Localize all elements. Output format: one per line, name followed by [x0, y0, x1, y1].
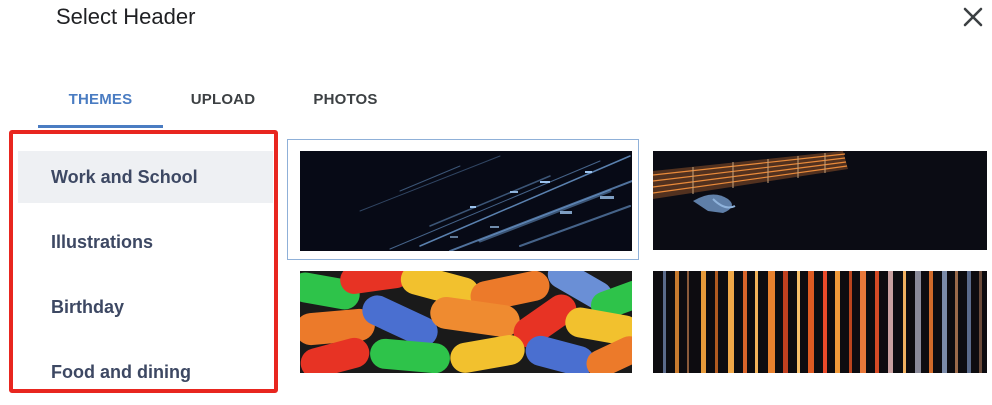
header-thumbnail-stripes[interactable] [653, 271, 987, 373]
dialog-title: Select Header [56, 4, 196, 29]
tab-photos[interactable]: PHOTOS [303, 88, 388, 128]
close-button[interactable] [958, 2, 988, 32]
header-thumbnail-pills[interactable] [300, 271, 632, 373]
theme-category-list: Work and School Illustrations Birthday F… [9, 130, 278, 393]
header-thumbnail-light-streaks[interactable] [300, 151, 632, 251]
category-illustrations[interactable]: Illustrations [18, 216, 273, 268]
header-thumbnail-guitar[interactable] [653, 151, 987, 250]
close-icon [963, 7, 983, 27]
category-work-and-school[interactable]: Work and School [18, 151, 273, 203]
tab-upload[interactable]: UPLOAD [183, 88, 263, 128]
category-food-and-dining[interactable]: Food and dining [18, 346, 273, 389]
category-birthday[interactable]: Birthday [18, 281, 273, 333]
tab-themes[interactable]: THEMES [38, 88, 163, 128]
